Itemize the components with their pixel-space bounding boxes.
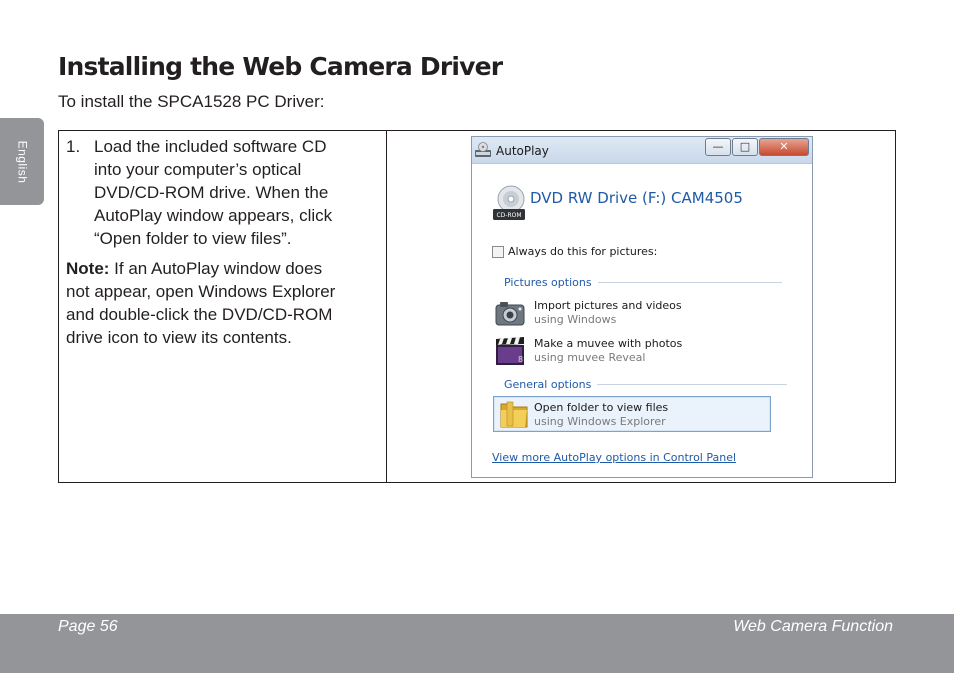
option-title: Open folder to view files xyxy=(534,401,669,414)
step-item: 1. Load the included software CD into yo… xyxy=(66,135,374,250)
cd-rom-drive-icon: CD-ROM xyxy=(493,185,525,220)
autoplay-window: AutoPlay — □ ✕ CD-ROM DVD RW Drive (F:) … xyxy=(471,136,813,478)
clapperboard-icon: 8 xyxy=(496,337,524,365)
make-muvee-option[interactable]: 8 Make a muvee with photos using muvee R… xyxy=(494,333,772,371)
general-options-header: General options xyxy=(504,378,788,391)
drive-title: DVD RW Drive (F:) CAM4505 xyxy=(530,189,743,207)
step-line: DVD/CD-ROM drive. When the xyxy=(94,183,329,202)
section-divider xyxy=(597,384,788,385)
close-button[interactable]: ✕ xyxy=(759,138,809,156)
note-line: and double-click the DVD/CD-ROM xyxy=(66,305,333,324)
intro-text: To install the SPCA1528 PC Driver: xyxy=(58,92,325,111)
note-line: If an AutoPlay window does xyxy=(109,259,323,278)
checkbox-box[interactable] xyxy=(492,245,504,258)
option-title: Import pictures and videos xyxy=(534,299,682,312)
maximize-button[interactable]: □ xyxy=(732,138,758,156)
section-label: Pictures options xyxy=(504,276,592,289)
drive-icon-label: CD-ROM xyxy=(496,212,521,219)
footer-section-name: Web Camera Function xyxy=(733,618,893,635)
instruction-table: 1. Load the included software CD into yo… xyxy=(58,130,896,483)
instruction-cell: 1. Load the included software CD into yo… xyxy=(59,131,387,482)
page-footer: Page 56 Web Camera Function xyxy=(0,614,954,673)
svg-text:8: 8 xyxy=(518,355,523,364)
section-divider xyxy=(597,282,782,283)
page-number: Page 56 xyxy=(58,618,118,635)
option-subtitle: using muvee Reveal xyxy=(534,351,646,364)
language-tab-label: English xyxy=(14,140,29,183)
step-line: into your computer’s optical xyxy=(94,160,302,179)
option-title: Make a muvee with photos xyxy=(534,337,683,350)
camera-icon xyxy=(495,302,525,326)
step-line: Load the included software CD xyxy=(94,137,327,156)
minimize-button[interactable]: — xyxy=(705,138,731,156)
window-titlebar: AutoPlay — □ ✕ xyxy=(472,137,812,164)
screenshot-cell: AutoPlay — □ ✕ CD-ROM DVD RW Drive (F:) … xyxy=(387,131,895,482)
import-pictures-option[interactable]: Import pictures and videos using Windows xyxy=(494,295,772,333)
step-line: AutoPlay window appears, click xyxy=(94,206,333,225)
note-line: drive icon to view its contents. xyxy=(66,328,292,347)
folder-icon xyxy=(500,401,528,428)
section-label: General options xyxy=(504,378,592,391)
page-title: Installing the Web Camera Driver xyxy=(58,52,503,81)
window-title: AutoPlay xyxy=(496,144,549,158)
checkbox-label: Always do this for pictures: xyxy=(508,245,658,258)
control-panel-link[interactable]: View more AutoPlay options in Control Pa… xyxy=(492,451,736,464)
open-folder-option[interactable]: Open folder to view files using Windows … xyxy=(493,396,771,432)
autoplay-drive-icon xyxy=(475,142,491,157)
pictures-options-header: Pictures options xyxy=(504,276,782,289)
language-tab: English xyxy=(0,118,44,205)
step-line: “Open folder to view files”. xyxy=(94,229,292,248)
always-do-this-checkbox[interactable]: Always do this for pictures: xyxy=(492,245,657,258)
step-number: 1. xyxy=(66,137,81,156)
note-line: not appear, open Windows Explorer xyxy=(66,282,336,301)
note-block: Note: If an AutoPlay window does not app… xyxy=(66,257,374,349)
step-text: Load the included software CD into your … xyxy=(94,135,332,250)
option-subtitle: using Windows xyxy=(534,313,617,326)
note-label: Note: xyxy=(66,259,110,278)
option-subtitle: using Windows Explorer xyxy=(534,415,666,428)
